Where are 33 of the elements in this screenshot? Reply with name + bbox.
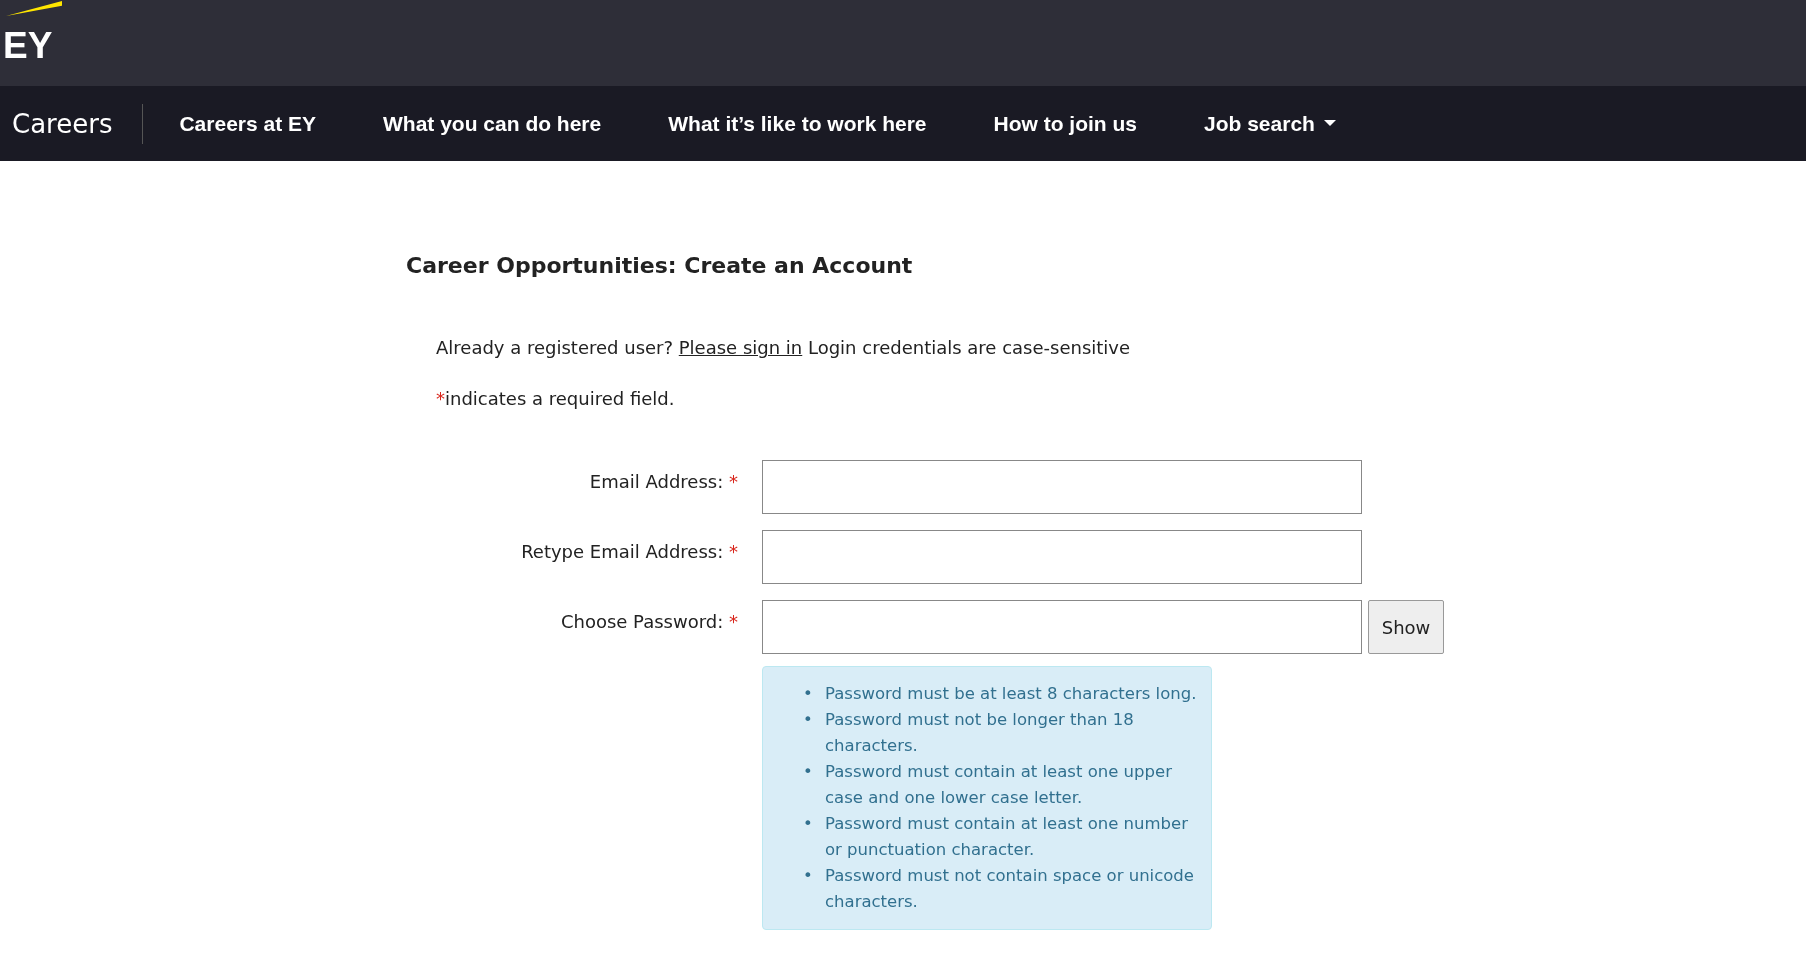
show-button[interactable]: Show [1368, 600, 1444, 655]
required-mark: * [729, 611, 738, 633]
brand-title: Careers [0, 103, 144, 144]
password-rule: Password must not contain space or unicode characters. [825, 865, 1195, 914]
required-mark: * [729, 471, 738, 493]
nav-dropdown[interactable]: Job search [1204, 107, 1336, 140]
page-title: Career Opportunities: Create an Account [406, 253, 914, 280]
field-label: Email Address: [589, 471, 724, 493]
required-note: indicates a required field. [445, 388, 675, 410]
logo: EY [0, 0, 62, 62]
password-rule: Password must contain at least one number or punctuation character. [825, 813, 1189, 862]
field-label: Retype Email Address: [521, 541, 724, 563]
bullet-icon: • [803, 811, 825, 864]
password-rule: Password must contain at least one upper case and one lower case letter. [825, 761, 1173, 810]
sign-in-link[interactable]: Please sign in [678, 337, 803, 359]
bullet-icon: • [803, 681, 825, 708]
nav-link[interactable]: Careers at EY [179, 107, 317, 140]
input-field[interactable] [762, 530, 1362, 585]
caret-icon [1323, 120, 1336, 127]
password-rule: Password must be at least 8 characters long. [825, 683, 1197, 706]
nav-link[interactable]: How to join us [993, 107, 1137, 140]
required-mark: * [436, 388, 445, 410]
input-field[interactable] [762, 460, 1362, 515]
password-rule: Password must not be longer than 18 characters. [825, 709, 1135, 758]
bullet-icon: • [803, 759, 825, 812]
bullet-icon: • [803, 707, 825, 760]
sign-in-prompt: Already a registered user? Please sign in Login credentials are case-sensitive [436, 336, 1132, 361]
password-field[interactable] [762, 600, 1362, 655]
required-mark: * [729, 541, 738, 563]
field-label: Choose Password: [560, 611, 724, 633]
nav-link[interactable]: What you can do here [383, 107, 602, 140]
nav-link[interactable]: What it’s like to work here [668, 107, 927, 140]
bullet-icon: • [803, 863, 825, 916]
